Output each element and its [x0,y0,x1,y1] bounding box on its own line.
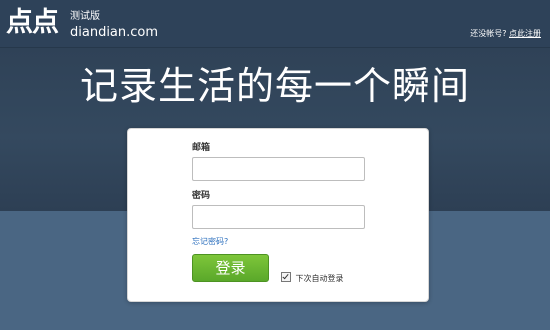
headline: 记录生活的每一个瞬间 [79,64,470,108]
forgot-password-link[interactable]: 忘记密码? [192,237,228,247]
beta-badge: 测试版 [70,11,100,22]
remember-checkbox[interactable] [281,272,291,282]
remember-me[interactable]: 下次自动登录 [281,272,344,284]
password-label: 密码 [192,191,211,201]
remember-label: 下次自动登录 [295,274,344,283]
login-button[interactable]: 登录 [192,254,269,282]
register-link[interactable]: 点此注册 [509,29,541,38]
email-label: 邮箱 [192,143,211,153]
email-field[interactable] [192,157,365,181]
password-field[interactable] [192,205,365,229]
site-domain: diandian.com [70,25,159,40]
login-card: 邮箱 密码 忘记密码? 登录 下次自动登录 [127,128,429,302]
no-account-text: 还没帐号? [470,29,507,38]
top-bar: 点点 测试版 diandian.com 还没帐号? 点此注册 [0,0,550,48]
top-links: 还没帐号? 点此注册 [470,29,541,39]
logo[interactable]: 点点 [6,6,59,40]
